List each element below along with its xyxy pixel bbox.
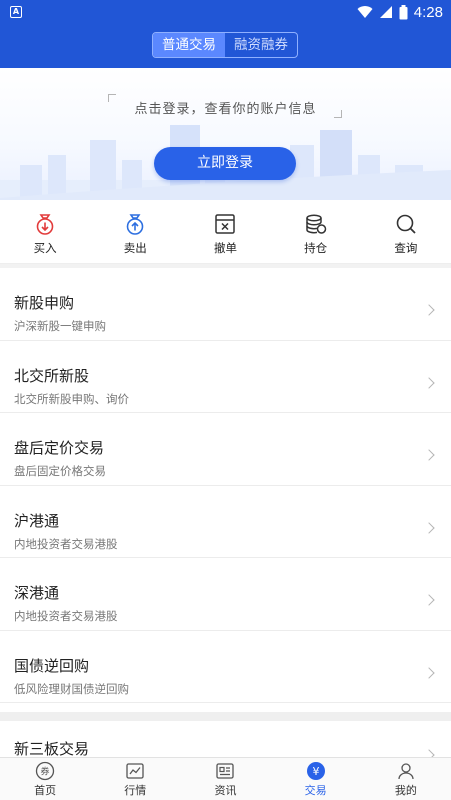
- list-item-title: 新股申购: [14, 294, 75, 312]
- login-prompt: 点击登录，查看你的账户信息: [134, 102, 317, 117]
- market-icon: [126, 763, 144, 779]
- chevron-right-icon: [423, 304, 435, 316]
- list-item-ipo[interactable]: 新股申购 沪深新股一键申购: [0, 268, 451, 341]
- list-item-subtitle: 低风险理财国债逆回购: [14, 681, 129, 696]
- list-item-sz-hk-connect[interactable]: 深港通 内地投资者交易港股: [0, 558, 451, 631]
- login-banner: 点击登录，查看你的账户信息 立即登录: [0, 68, 451, 200]
- list-item-title: 北交所新股: [14, 366, 90, 385]
- app-header: A 4:28 普通交易 融资融券: [0, 0, 451, 68]
- bottom-nav: 券 首页 行情 资讯 ¥ 交易 我的: [0, 757, 451, 800]
- list-item-after-hours[interactable]: 盘后定价交易 盘后固定价格交易: [0, 413, 451, 486]
- battery-icon: [399, 4, 408, 19]
- signal-icon: [379, 6, 392, 18]
- trade-icon: ¥: [306, 762, 325, 780]
- search-icon: [396, 214, 416, 234]
- nav-trade-label: 交易: [304, 784, 327, 797]
- list-item-subtitle: 盘后固定价格交易: [14, 464, 106, 478]
- section-divider: [0, 712, 451, 721]
- quick-actions: 买入 卖出 撤单 持仓 查询: [0, 200, 451, 264]
- holdings-icon: [305, 214, 326, 234]
- list-item-subtitle: 内地投资者交易港股: [14, 536, 118, 551]
- list-item-title: 沪港通: [14, 511, 60, 530]
- action-buy[interactable]: 买入: [0, 200, 90, 263]
- nav-news[interactable]: 资讯: [180, 758, 270, 800]
- status-time: 4:28: [413, 3, 443, 21]
- chevron-right-icon: [423, 594, 435, 606]
- action-query[interactable]: 查询: [361, 200, 451, 263]
- action-holdings-label: 持仓: [304, 241, 328, 255]
- list-item-subtitle: 北交所新股申购、询价: [14, 391, 129, 406]
- chevron-right-icon: [423, 449, 435, 461]
- nav-market-label: 行情: [124, 784, 147, 797]
- action-cancel-order[interactable]: 撤单: [180, 200, 270, 263]
- cancel-order-icon: [215, 214, 236, 234]
- notification-a-icon: A: [10, 6, 22, 18]
- chevron-right-icon: [423, 749, 435, 757]
- action-cancel-order-label: 撤单: [213, 241, 237, 255]
- sell-icon: [126, 214, 144, 235]
- action-holdings[interactable]: 持仓: [271, 200, 361, 263]
- list-item-title: 盘后定价交易: [14, 439, 105, 457]
- profile-icon: [398, 763, 414, 780]
- status-bar: A 4:28: [0, 0, 451, 24]
- list-item-title: 新三板交易: [14, 740, 90, 757]
- home-icon: 券: [35, 761, 55, 781]
- action-sell[interactable]: 卖出: [90, 200, 180, 263]
- list-item-title: 深港通: [14, 584, 60, 602]
- action-buy-label: 买入: [33, 241, 57, 255]
- chevron-right-icon: [423, 666, 435, 679]
- chevron-right-icon: [423, 376, 435, 389]
- nav-trade[interactable]: ¥ 交易: [271, 758, 361, 800]
- list-item-bse-ipo[interactable]: 北交所新股 北交所新股申购、询价: [0, 341, 451, 413]
- wifi-icon: [357, 6, 373, 19]
- list-item-reverse-repo[interactable]: 国债逆回购 低风险理财国债逆回购: [0, 631, 451, 703]
- list-item-title: 国债逆回购: [14, 656, 90, 675]
- nav-home[interactable]: 券 首页: [0, 758, 90, 800]
- list-item-neeq[interactable]: 新三板交易: [0, 721, 451, 757]
- nav-news-label: 资讯: [214, 784, 237, 797]
- buy-icon: [36, 214, 54, 235]
- chevron-right-icon: [423, 521, 435, 534]
- action-query-label: 查询: [394, 241, 418, 255]
- login-button[interactable]: 立即登录: [154, 147, 296, 180]
- nav-market[interactable]: 行情: [90, 758, 180, 800]
- nav-home-label: 首页: [34, 784, 57, 797]
- list-item-subtitle: 沪深新股一键申购: [14, 319, 106, 333]
- list-item-subtitle: 内地投资者交易港股: [14, 609, 118, 623]
- nav-profile-label: 我的: [394, 784, 417, 797]
- svg-text:¥: ¥: [312, 765, 319, 778]
- list-item-sh-hk-connect[interactable]: 沪港通 内地投资者交易港股: [0, 486, 451, 558]
- trade-menu-list: 新股申购 沪深新股一键申购 北交所新股 北交所新股申购、询价 盘后定价交易 盘后…: [0, 268, 451, 703]
- trade-mode-tabs: 普通交易 融资融券: [152, 32, 298, 58]
- svg-text:券: 券: [41, 766, 50, 778]
- tab-margin-trade[interactable]: 融资融券: [225, 33, 297, 57]
- nav-profile[interactable]: 我的: [361, 758, 451, 800]
- tab-normal-trade[interactable]: 普通交易: [153, 33, 225, 57]
- news-icon: [216, 763, 235, 779]
- action-sell-label: 卖出: [123, 241, 147, 255]
